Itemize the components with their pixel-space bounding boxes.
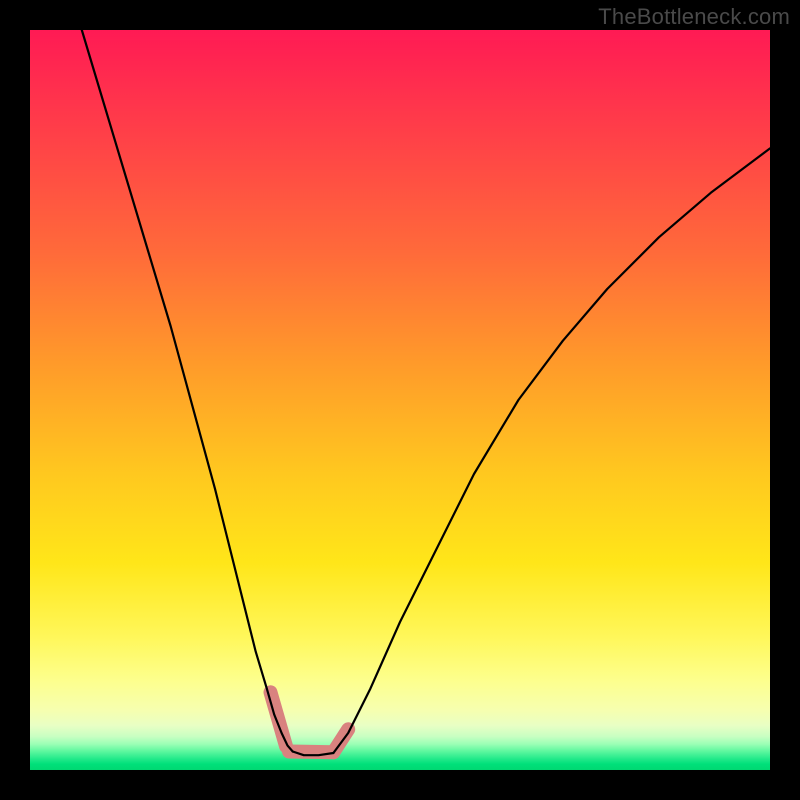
chart-frame: TheBottleneck.com — [0, 0, 800, 800]
watermark-text: TheBottleneck.com — [598, 4, 790, 30]
plot-area — [30, 30, 770, 770]
curve-layer — [30, 30, 770, 770]
right-arm-curve — [333, 148, 770, 753]
left-arm-curve — [82, 30, 293, 752]
